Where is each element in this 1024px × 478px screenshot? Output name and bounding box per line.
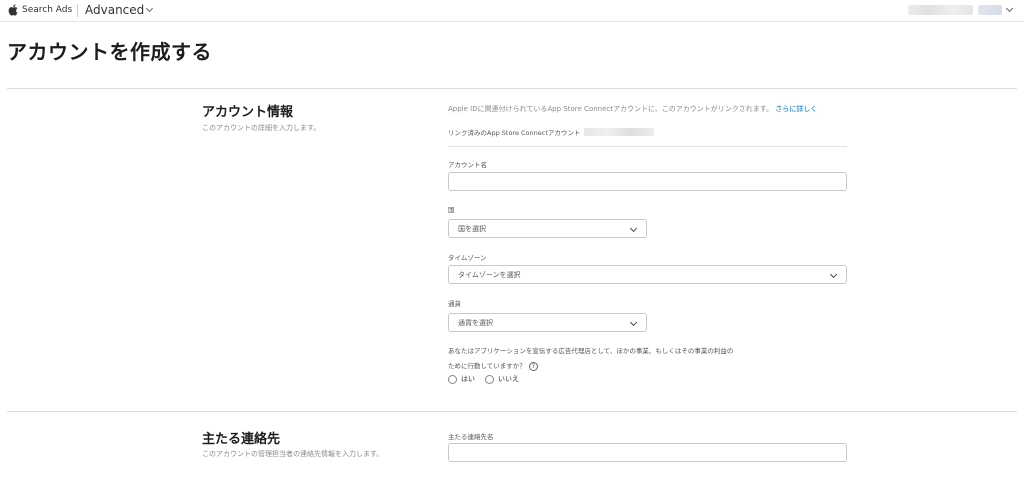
account-menu[interactable] [908,4,1014,15]
redacted-linked-account [584,128,655,136]
account-info-subtitle: このアカウントの詳細を入力します。 [202,124,321,132]
divider [77,4,78,17]
primary-contact-title: 主たる連絡先 [202,432,281,447]
account-name-input[interactable] [448,172,847,191]
agency-question: ために行動していますか？? [448,360,538,371]
product-switcher[interactable]: Advanced [85,3,154,17]
account-name-label: アカウント名 [448,161,487,169]
contact-name-input[interactable] [448,443,847,462]
agency-question-line1: あなたはアプリケーションを宣伝する広告代理店として、ほかの事業、もしくはその事業… [448,347,734,355]
agency-radio-group: はい いいえ [448,374,529,384]
chevron-down-icon [629,224,638,233]
field-divider [448,146,847,147]
timezone-select[interactable]: タイムゾーンを選択 [448,265,847,284]
agency-question-line2: ために行動していますか？ [448,362,526,370]
contact-name-label: 主たる連絡先名 [448,433,494,441]
section-divider [7,411,1017,412]
currency-label: 通貨 [448,300,461,308]
brand-name: Search Ads [22,5,73,15]
redacted-user-name [908,5,973,15]
primary-contact-subtitle: このアカウントの管理担当者の連絡先情報を入力します。 [202,450,384,458]
linked-account-row: リンク済みのApp Store Connectアカウント [448,127,655,137]
chevron-down-icon [146,4,154,13]
currency-select[interactable]: 通貨を選択 [448,313,647,332]
radio-yes-circle[interactable] [448,374,457,384]
radio-yes-label: はい [461,375,475,383]
country-label: 国 [448,206,455,214]
account-info-title: アカウント情報 [202,105,294,120]
learn-more-link[interactable]: さらに詳しく [775,105,817,113]
account-intro-text: Apple IDに関連付けられているApp Store Connectアカウント… [448,104,817,114]
radio-no-circle[interactable] [485,374,494,384]
country-select[interactable]: 国を選択 [448,219,647,238]
radio-yes[interactable]: はい [448,374,475,384]
chevron-down-icon [829,270,838,279]
redacted-org-name [978,5,1002,15]
chevron-down-icon [1005,4,1014,13]
linked-account-label: リンク済みのApp Store Connectアカウント [448,129,581,137]
help-circle-icon[interactable]: ? [528,361,538,371]
radio-no-label: いいえ [498,375,519,383]
intro-text: Apple IDに関連付けられているApp Store Connectアカウント… [448,105,774,113]
currency-select-value: 通貨を選択 [458,318,493,327]
apple-logo-icon[interactable] [8,4,18,16]
timezone-select-value: タイムゾーンを選択 [458,270,521,279]
product-name: Advanced [85,3,145,17]
section-divider [7,88,1017,89]
chevron-down-icon [629,318,638,327]
timezone-label: タイムゾーン [448,254,487,262]
country-select-value: 国を選択 [458,224,486,233]
page-title: アカウントを作成する [7,40,212,64]
top-bar: Search Ads Advanced [0,0,1024,22]
radio-no[interactable]: いいえ [485,374,519,384]
